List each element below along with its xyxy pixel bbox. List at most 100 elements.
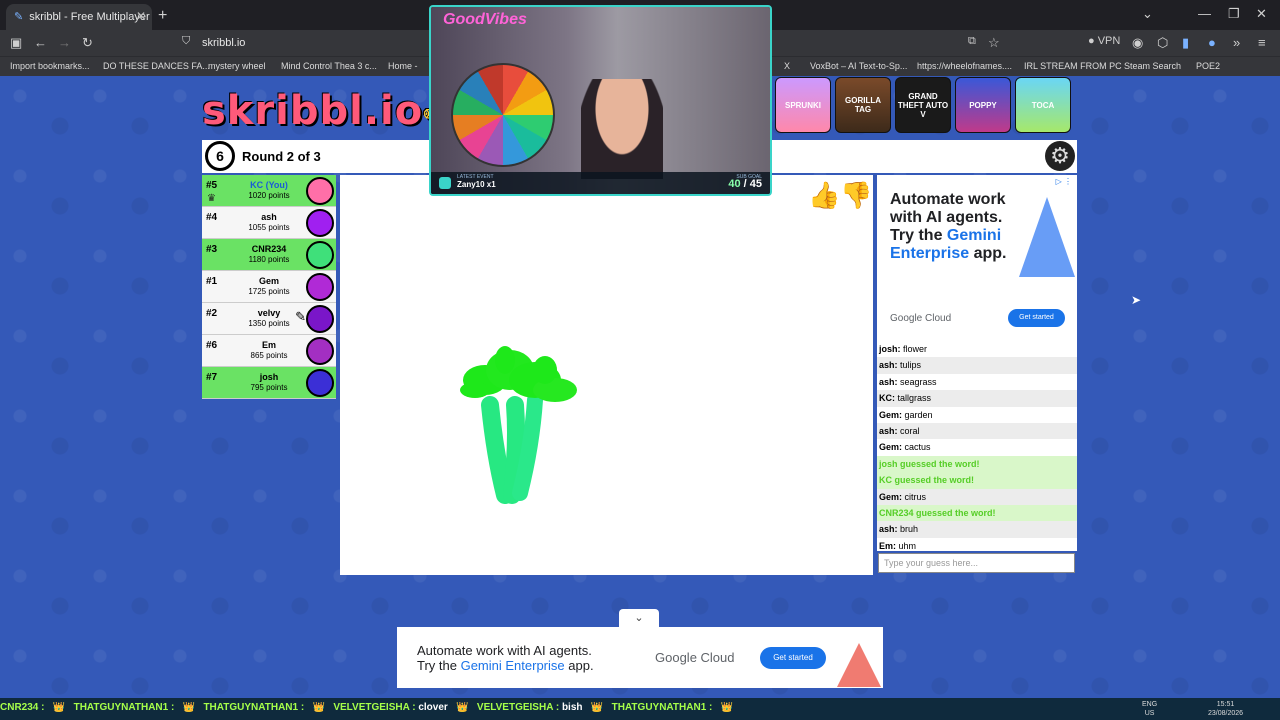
chat-message: ash: seagrass (877, 374, 1077, 390)
bookmark-mind-control[interactable]: Mind Control Thea 3 c... (281, 61, 377, 71)
bookmark-mystery-wheel[interactable]: mystery wheel (208, 61, 266, 71)
drawing-canvas[interactable] (340, 175, 873, 575)
player-row[interactable]: #6 Em 865 points (202, 335, 336, 367)
chat-text: CNR234 guessed the word! (879, 507, 996, 518)
game-poppy[interactable]: POPPY (955, 77, 1011, 133)
ticker-item: THATGUYNATHAN1 : 👑 (611, 702, 739, 713)
game-gta[interactable]: GRAND THEFT AUTO V (895, 77, 951, 133)
latest-event: Zany10 x1 (457, 180, 496, 189)
chat-message: ash: coral (877, 422, 1077, 440)
chat-user: Gem (879, 491, 900, 502)
language-indicator[interactable]: ENG US (1142, 700, 1157, 718)
chat-guess-message: josh guessed the word! (877, 455, 1077, 473)
ad-right-line2: app. (969, 245, 1007, 262)
chat-message: josh: flower (877, 341, 1077, 357)
player-row[interactable]: #5 KC (You) 1020 points ♛ (202, 175, 336, 207)
bookmark-import[interactable]: Import bookmarks... (10, 61, 90, 71)
minimize-icon[interactable]: — (1198, 6, 1211, 21)
bookmark-steam-search[interactable]: Steam Search (1124, 61, 1181, 71)
bookmark-irl-stream[interactable]: IRL STREAM FROM PC (1024, 61, 1122, 71)
site-info-icon[interactable]: ⛉ (182, 35, 190, 48)
ad-bottom-get-started-button[interactable]: Get started (760, 647, 826, 669)
chat-text: tulips (900, 360, 922, 371)
ad-bottom-text: Automate work with AI agents. Try the Ge… (417, 643, 594, 673)
vpn-button[interactable]: ● VPN (1088, 35, 1120, 47)
player-name: Gem (258, 276, 279, 286)
browser-tab[interactable]: ✎ skribbl - Free Multiplayer D ✕ (6, 4, 152, 30)
chat-guess-message: KC guessed the word! (877, 472, 1077, 489)
players-list: #5 KC (You) 1020 points ♛ #4 ash 1055 points #3… (202, 175, 336, 399)
chat-message: ash: tulips (877, 357, 1077, 374)
maximize-icon[interactable]: ❐ (1228, 6, 1240, 22)
shield-icon[interactable]: ▮ (1182, 35, 1189, 51)
back-icon[interactable]: ← (34, 35, 47, 50)
ticker-item: THATGUYNATHAN1 : 👑 (203, 702, 334, 713)
guess-input[interactable]: Type your guess here... (878, 553, 1075, 573)
player-row[interactable]: #1 Gem 1725 points (202, 271, 336, 303)
new-tab-icon[interactable]: + (158, 7, 167, 25)
chat-user: ash (879, 360, 895, 371)
ad-info-icon[interactable]: ▷ ⋮ (1056, 177, 1072, 186)
ad-bottom[interactable]: Automate work with AI agents. Try the Ge… (397, 627, 883, 688)
ticker-item: CNR234 : 👑 (0, 702, 74, 713)
chat-guess-message: CNR234 guessed the word! (877, 504, 1077, 522)
chat-message: Gem: citrus (877, 488, 1077, 505)
thumbs-up-icon[interactable]: 👍 (808, 180, 840, 211)
ticker-user: VELVETGEISHA : (333, 702, 416, 713)
chat-user: KC (879, 393, 892, 404)
player-row[interactable]: #4 ash 1055 points (202, 207, 336, 239)
bookmark-x[interactable]: X (784, 61, 790, 71)
player-row[interactable]: #2 velvy 1350 points ✎ (202, 303, 336, 335)
ad-bottom-google-cloud-logo: Google Cloud (655, 650, 735, 665)
profile-icon[interactable]: ● (1208, 35, 1216, 50)
tab-search-icon[interactable]: ⌄ (1142, 6, 1153, 22)
logo-text: skribbl.io (202, 88, 424, 134)
bookmark-wheelofnames[interactable]: https://wheelofnames.... (917, 61, 1012, 71)
bookmark-star-icon[interactable]: ☆ (988, 35, 1000, 51)
chat-text: citrus (904, 491, 927, 502)
chat-user: Gem (879, 409, 900, 420)
ad-right[interactable]: ▷ ⋮ Automate work with AI agents. Try th… (877, 175, 1077, 341)
chat-text: bruh (900, 524, 919, 535)
game-toca[interactable]: TOCA (1015, 77, 1071, 133)
bookmark-dances[interactable]: DO THESE DANCES FA... (103, 61, 210, 71)
extensions-icon[interactable]: ⬡ (1157, 35, 1168, 51)
close-window-icon[interactable]: ✕ (1256, 6, 1267, 22)
bookmark-home[interactable]: Home - (388, 61, 418, 71)
system-clock[interactable]: 15:51 23/08/2026 (1208, 700, 1243, 718)
account-icon[interactable]: ◉ (1132, 35, 1143, 51)
tab-close-icon[interactable]: ✕ (136, 9, 146, 23)
thumbs-down-icon[interactable]: 👎 (840, 180, 872, 211)
translate-icon[interactable]: ⧉ (968, 35, 976, 48)
player-points: 795 points (250, 383, 288, 392)
sidebar-toggle-icon[interactable]: ▣ (10, 35, 22, 51)
game-sprunki[interactable]: SPRUNKI (775, 77, 831, 133)
more-tools-icon[interactable]: » (1233, 35, 1240, 50)
player-name: ash (261, 212, 277, 222)
chat-text: cactus (904, 442, 931, 453)
ad-right-get-started-button[interactable]: Get started (1008, 309, 1065, 327)
player-rank: #3 (206, 244, 218, 255)
game-gorilla-tag[interactable]: GORILLA TAG (835, 77, 891, 133)
bookmark-voxbot[interactable]: VoxBot – AI Text-to-Sp... (810, 61, 907, 71)
forward-icon[interactable]: → (58, 35, 71, 50)
player-points: 1180 points (248, 255, 290, 264)
chat-user: ash (879, 376, 895, 387)
timer-clock: 6 (205, 141, 235, 171)
player-rank: #4 (206, 212, 218, 223)
player-avatar (306, 177, 334, 205)
player-points: 1055 points (248, 223, 290, 232)
bookmark-poe2[interactable]: POE2 (1196, 61, 1220, 71)
chat-box: josh: flower ash: tulips ash: seagrass KC: … (877, 341, 1077, 551)
collapse-ad-chevron-icon[interactable]: ⌄ (619, 609, 659, 627)
menu-icon[interactable]: ≡ (1258, 35, 1266, 50)
ticker-user: THATGUYNATHAN1 : (203, 702, 305, 713)
player-row[interactable]: #7 josh 795 points (202, 367, 336, 399)
vpn-label: VPN (1097, 35, 1121, 47)
settings-gear-icon[interactable]: ⚙ (1045, 141, 1075, 171)
reload-icon[interactable]: ↻ (82, 35, 93, 51)
ad-right-text: Automate work with AI agents. Try the Ge… (890, 191, 1020, 263)
drawing-leaves (460, 346, 577, 402)
player-row[interactable]: #3 CNR234 1180 points (202, 239, 336, 271)
address-bar[interactable]: skribbl.io (202, 37, 245, 49)
